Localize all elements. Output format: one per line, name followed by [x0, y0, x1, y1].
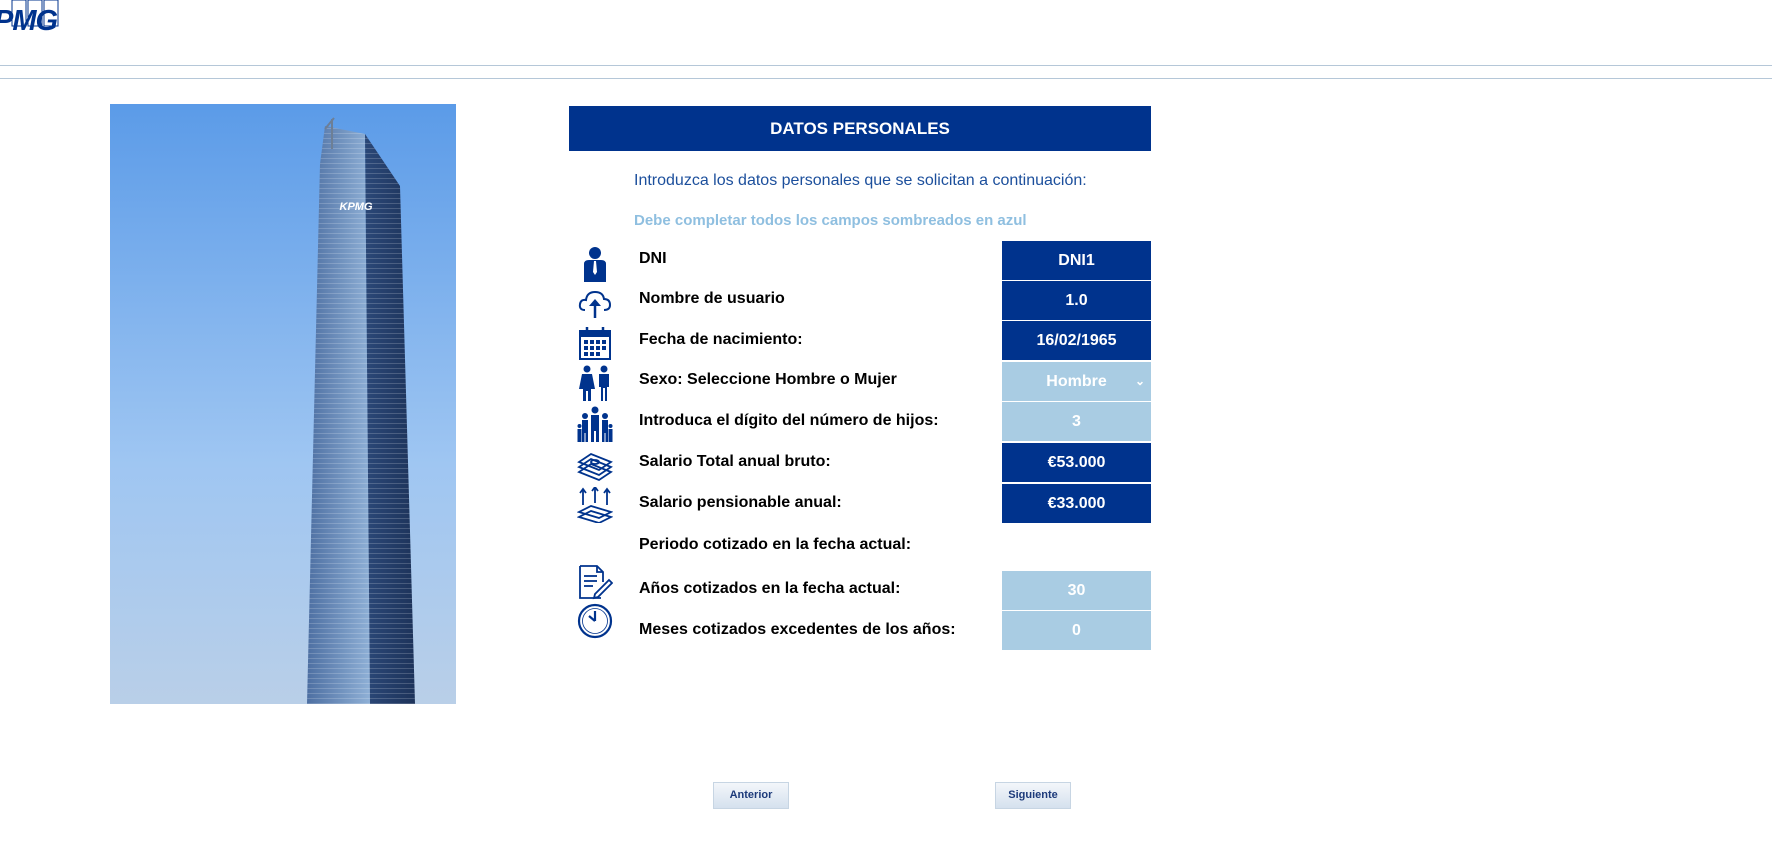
tower-illustration: KPMG — [110, 104, 456, 704]
next-button[interactable]: Siguiente — [995, 782, 1071, 809]
username-field[interactable]: 1.0 — [1002, 281, 1151, 320]
pension-salary-label: Salario pensionable anual: — [639, 494, 842, 511]
sex-label: Sexo: Seleccione Hombre o Mujer — [639, 371, 897, 388]
username-label: Nombre de usuario — [639, 290, 785, 307]
panel-title: DATOS PERSONALES — [569, 106, 1151, 151]
pension-salary-field[interactable]: €33.000 — [1002, 484, 1151, 523]
dni-field[interactable]: DNI1 — [1002, 241, 1151, 280]
months-field[interactable]: 0 — [1002, 611, 1151, 650]
building-sign: KPMG — [340, 201, 373, 213]
money-growth-icon — [577, 487, 613, 523]
family-icon — [577, 406, 613, 442]
years-field[interactable]: 30 — [1002, 571, 1151, 610]
birthdate-label: Fecha de nacimiento: — [639, 331, 803, 348]
dni-label: DNI — [639, 250, 667, 267]
header-divider-bottom — [0, 78, 1772, 79]
required-fields-note: Debe completar todos los campos sombread… — [634, 212, 1027, 229]
chevron-down-icon: ⌄ — [1134, 374, 1145, 388]
header-divider-top — [0, 65, 1772, 66]
clock-icon — [577, 603, 613, 639]
years-label: Años cotizados en la fecha actual: — [639, 580, 901, 597]
period-heading: Periodo cotizado en la fecha actual: — [639, 536, 912, 553]
calendar-icon — [579, 327, 611, 360]
person-icon — [584, 247, 606, 282]
children-label: Introduca el dígito del número de hijos: — [639, 412, 939, 429]
birthdate-field[interactable]: 16/02/1965 — [1002, 321, 1151, 360]
sex-select-value: Hombre — [1046, 373, 1107, 390]
gross-salary-field[interactable]: €53.000 — [1002, 443, 1151, 482]
children-field[interactable]: 3 — [1002, 402, 1151, 441]
man-woman-icon — [579, 365, 609, 401]
sex-select[interactable]: Hombre ⌄ — [1002, 362, 1151, 401]
gross-salary-label: Salario Total anual bruto: — [639, 453, 831, 470]
kpmg-logo: PMG — [0, 0, 70, 37]
money-stack-icon — [577, 452, 613, 482]
cloud-upload-icon — [578, 290, 612, 318]
logo-text: PMG — [0, 5, 58, 37]
previous-button[interactable]: Anterior — [713, 782, 789, 809]
building-photo: KPMG — [110, 104, 456, 704]
document-edit-icon — [579, 565, 613, 600]
intro-text: Introduzca los datos personales que se s… — [634, 172, 1087, 189]
months-label: Meses cotizados excedentes de los años: — [639, 621, 956, 638]
